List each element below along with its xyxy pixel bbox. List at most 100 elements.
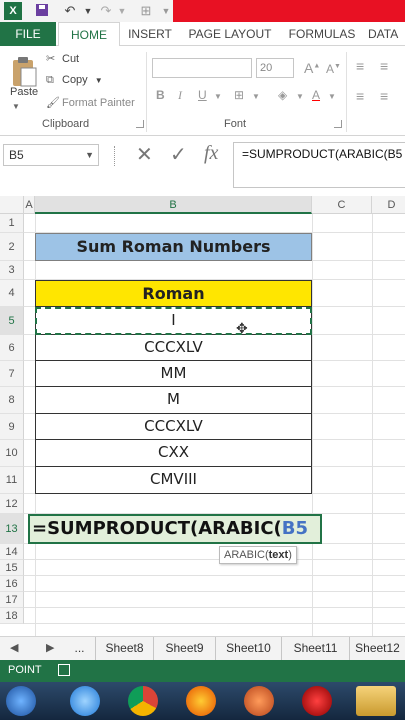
save-icon[interactable] <box>34 3 50 19</box>
roman-cell-b10[interactable]: CXX <box>35 440 312 467</box>
sheet-tabs-more[interactable]: ... <box>64 637 96 660</box>
align-left-icon[interactable]: ≡ <box>356 88 364 104</box>
row-header-15[interactable]: 15 <box>0 560 24 576</box>
cancel-icon[interactable]: ✕ <box>136 142 153 167</box>
sheet-tab-sheet10[interactable]: Sheet10 <box>216 637 282 660</box>
gridline <box>24 591 405 592</box>
underline-dropdown-icon[interactable]: ▼ <box>214 92 222 101</box>
column-header-d[interactable]: D <box>372 196 405 214</box>
italic-icon[interactable]: I <box>178 88 182 103</box>
font-color-icon[interactable]: A <box>312 88 320 102</box>
clipboard-launcher-icon[interactable] <box>136 120 144 128</box>
roman-cell-b7[interactable]: MM <box>35 361 312 387</box>
cut-button[interactable]: ✂ Cut <box>46 52 79 65</box>
firefox-alt-icon[interactable] <box>244 686 274 716</box>
column-header-a[interactable]: A <box>24 196 35 214</box>
roman-header-cell[interactable]: Roman <box>35 280 312 307</box>
tab-insert[interactable]: INSERT <box>122 22 178 46</box>
function-tooltip[interactable]: ARABIC(text) <box>219 546 297 564</box>
redo-dropdown-icon[interactable]: ▼ <box>114 3 130 19</box>
sheet-tab-sheet9[interactable]: Sheet9 <box>154 637 216 660</box>
font-color-dropdown-icon[interactable]: ▼ <box>328 92 336 101</box>
sheet-tab-sheet8[interactable]: Sheet8 <box>96 637 154 660</box>
row-header-9[interactable]: 9 <box>0 414 24 440</box>
copy-button[interactable]: ⧉ Copy ▼ <box>46 74 103 87</box>
formula-cell-b13[interactable]: =SUMPRODUCT(ARABIC(B5 <box>28 514 322 544</box>
align-top-icon[interactable]: ≡ <box>356 58 364 74</box>
row-header-18[interactable]: 18 <box>0 608 24 624</box>
font-name-box[interactable] <box>152 58 252 78</box>
start-button-icon[interactable] <box>6 686 36 716</box>
row-header-5[interactable]: 5 <box>0 307 24 335</box>
tooltip-argument[interactable]: text <box>269 549 289 561</box>
sheet-tab-sheet12[interactable]: Sheet12 <box>350 637 405 660</box>
file-explorer-icon[interactable] <box>356 686 396 716</box>
roman-cell-b9[interactable]: CCCXLV <box>35 414 312 440</box>
border-dropdown-icon[interactable]: ▼ <box>252 92 260 101</box>
font-size-box[interactable]: 20 <box>256 58 294 78</box>
roman-cell-b6[interactable]: CCCXLV <box>35 335 312 361</box>
redo-icon[interactable]: ↷ <box>98 3 114 19</box>
copy-label: Copy <box>62 74 88 86</box>
tab-formulas[interactable]: FORMULAS <box>282 22 362 46</box>
row-header-3[interactable]: 3 <box>0 261 24 280</box>
enter-icon[interactable]: ✓ <box>170 142 187 167</box>
row-header-4[interactable]: 4 <box>0 280 24 307</box>
internet-explorer-icon[interactable] <box>70 686 100 716</box>
row-header-16[interactable]: 16 <box>0 576 24 592</box>
media-player-icon[interactable] <box>302 686 332 716</box>
font-launcher-icon[interactable] <box>334 120 342 128</box>
undo-dropdown-icon[interactable]: ▼ <box>80 3 96 19</box>
row-header-6[interactable]: 6 <box>0 335 24 361</box>
scroll-right-icon[interactable]: ▶ <box>46 641 54 654</box>
macro-record-icon[interactable] <box>58 664 70 676</box>
sheet-tab-sheet11[interactable]: Sheet11 <box>282 637 350 660</box>
tab-file[interactable]: FILE <box>0 22 56 46</box>
name-box[interactable]: B5 ▼ <box>3 144 99 166</box>
row-header-12[interactable]: 12 <box>0 494 24 514</box>
row-header-8[interactable]: 8 <box>0 387 24 414</box>
grow-font-icon[interactable]: A▲ <box>304 60 320 76</box>
row-header-1[interactable]: 1 <box>0 214 24 233</box>
select-all-corner[interactable] <box>0 196 24 214</box>
scroll-left-icon[interactable]: ◀ <box>10 641 18 654</box>
align-middle-icon[interactable]: ≡ <box>380 58 388 74</box>
format-painter-button[interactable]: 🖌 Format Painter <box>46 96 135 109</box>
fill-color-dropdown-icon[interactable]: ▼ <box>296 92 304 101</box>
paste-icon[interactable] <box>10 56 38 88</box>
row-header-11[interactable]: 11 <box>0 467 24 494</box>
column-header-c[interactable]: C <box>312 196 372 214</box>
name-box-dropdown-icon[interactable]: ▼ <box>85 145 94 165</box>
paste-button[interactable]: Paste <box>10 86 38 98</box>
firefox-icon[interactable] <box>186 686 216 716</box>
row-header-14[interactable]: 14 <box>0 544 24 560</box>
row-header-7[interactable]: 7 <box>0 361 24 387</box>
shrink-font-icon[interactable]: A▼ <box>326 62 341 76</box>
insert-function-icon[interactable]: fx <box>204 142 218 165</box>
bold-icon[interactable]: B <box>156 88 165 102</box>
tab-data[interactable]: DATA <box>368 22 405 46</box>
underline-icon[interactable]: U <box>198 88 207 102</box>
roman-cell-b11[interactable]: CMVIII <box>35 467 312 494</box>
borders-icon[interactable]: ⊞ <box>138 3 154 19</box>
chrome-icon[interactable] <box>128 686 158 716</box>
title-cell[interactable]: Sum Roman Numbers <box>35 233 312 261</box>
roman-cell-b5[interactable]: I <box>35 307 312 335</box>
worksheet-grid[interactable]: A B C D 1 2 3 4 5 6 7 8 9 10 11 12 13 14 15 16 17 18 Sum … <box>0 196 405 636</box>
row-header-13[interactable]: 13 <box>0 514 24 544</box>
roman-cell-b8[interactable]: M <box>35 387 312 414</box>
border-icon[interactable]: ⊞ <box>234 88 244 102</box>
paste-dropdown-icon[interactable]: ▼ <box>12 102 20 111</box>
customize-dropdown-icon[interactable]: ▼ <box>158 3 174 19</box>
formula-input[interactable]: =SUMPRODUCT(ARABIC(B5 <box>233 142 405 188</box>
row-header-17[interactable]: 17 <box>0 592 24 608</box>
undo-icon[interactable]: ↶ <box>62 3 78 19</box>
row-header-10[interactable]: 10 <box>0 440 24 467</box>
row-header-2[interactable]: 2 <box>0 233 24 261</box>
align-center-icon[interactable]: ≡ <box>380 88 388 104</box>
fill-color-icon[interactable]: ◈ <box>278 88 287 102</box>
tab-page-layout[interactable]: PAGE LAYOUT <box>184 22 276 46</box>
tab-home[interactable]: HOME <box>58 22 120 47</box>
column-header-b[interactable]: B <box>35 196 312 214</box>
formula-cell-ref: B5 <box>281 518 309 539</box>
